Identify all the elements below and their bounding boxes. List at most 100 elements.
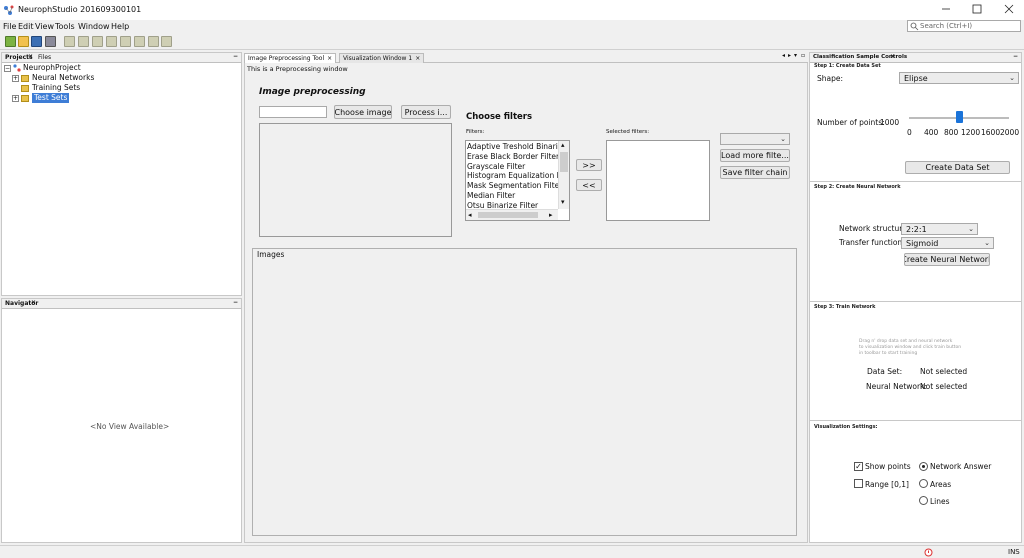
menu-help[interactable]: Help [111,22,129,31]
scroll-left-icon[interactable]: ◂ [468,211,472,219]
expand-icon[interactable]: + [12,74,19,82]
slider-thumb[interactable] [955,111,963,123]
vertical-scrollbar[interactable]: ▴ ▾ [558,141,569,209]
search-input[interactable]: Search (Ctrl+I) [920,22,972,30]
create-neural-network-button[interactable]: Create Neural Network [904,253,990,266]
minimize-panel-icon[interactable]: − [233,299,238,306]
radio-lines[interactable] [919,496,928,505]
tool-icon-8[interactable] [161,36,172,47]
close-icon[interactable]: × [28,53,33,60]
train-hint-line: in toolbar to start training [859,351,918,356]
radio-areas[interactable] [919,479,928,488]
collapse-icon[interactable]: − [4,64,11,72]
menu-edit[interactable]: Edit [18,22,34,31]
filter-list-item[interactable]: Adaptive Treshold Binarize F [466,142,558,152]
tab-scroll-left-icon[interactable]: ◂ [782,52,785,59]
filter-chain-select[interactable]: ⌄ [720,133,790,145]
menu-file[interactable]: File [3,22,16,31]
add-filter-button[interactable]: >> [576,159,602,171]
slider-tick-label: 1600 [981,128,1001,137]
images-label: Images [257,250,285,259]
filter-list-item[interactable]: Erase Black Border Filter [466,152,558,162]
network-label: Neural Network: [866,382,927,391]
horizontal-scrollbar[interactable]: ◂ ▸ [466,209,558,220]
status-bar: INS [0,545,1024,558]
scroll-up-icon[interactable]: ▴ [561,141,565,149]
create-data-set-button[interactable]: Create Data Set [905,161,1010,174]
shape-select[interactable]: Elipse ⌄ [899,72,1019,84]
selected-filters-list[interactable] [606,140,710,221]
tree-item-neural-networks[interactable]: + Neural Networks [12,73,94,83]
tool-icon-2[interactable] [78,36,89,47]
maximize-icon[interactable] [971,3,983,15]
load-more-filters-button[interactable]: Load more filte... [720,149,790,162]
filter-list-item[interactable]: Median Filter [466,191,558,201]
tool-icon-7[interactable] [148,36,159,47]
close-icon[interactable] [1003,3,1015,15]
minimize-panel-icon[interactable]: − [233,53,238,60]
choose-image-button[interactable]: Choose image [334,105,392,119]
maximize-panel-icon[interactable]: ▫ [801,52,805,59]
tool-icon-5[interactable] [120,36,131,47]
radio-network-answer-label: Network Answer [930,462,992,471]
tab-scroll-right-icon[interactable]: ▸ [788,52,791,59]
new-file-icon[interactable] [5,36,16,47]
step2-title: Step 2: Create Neural Network [814,184,901,190]
remove-filter-button[interactable]: << [576,179,602,191]
menu-bar: File Edit View Tools Window Help [0,20,1024,33]
search-box[interactable]: Search (Ctrl+I) [907,20,1021,32]
scroll-right-icon[interactable]: ▸ [549,211,553,219]
minimize-panel-icon[interactable]: − [1013,53,1018,60]
images-group: Images [252,248,797,536]
image-path-field[interactable] [259,106,327,118]
tool-icon-1[interactable] [64,36,75,47]
scroll-thumb[interactable] [560,152,568,172]
points-slider[interactable]: 0 400 800 1200 1600 2000 [907,111,1019,139]
menu-window[interactable]: Window [78,22,110,31]
scroll-thumb[interactable] [478,212,538,218]
project-icon [13,64,21,72]
process-image-button[interactable]: Process i... [401,105,451,119]
menu-view[interactable]: View [35,22,54,31]
tree-item-label: Test Sets [32,93,70,103]
tab-visualization-window[interactable]: Visualization Window 1 × [339,53,425,63]
close-icon[interactable]: × [31,299,36,306]
open-project-icon[interactable] [31,36,42,47]
tree-item-training-sets[interactable]: Training Sets [21,83,80,93]
filters-list[interactable]: Adaptive Treshold Binarize FErase Black … [465,140,570,221]
network-structure-select[interactable]: 2:2:1 ⌄ [901,223,978,235]
menu-tools[interactable]: Tools [55,22,75,31]
tab-list-icon[interactable]: ▾ [794,52,797,59]
show-points-checkbox[interactable]: ✓ [854,462,863,471]
network-value: Not selected [920,382,968,391]
filter-list-item[interactable]: Histogram Equalization Filter [466,171,558,181]
tab-image-preprocessing[interactable]: Image Preprocessing Tool × [244,53,337,63]
save-filter-chain-button[interactable]: Save filter chain [720,166,790,179]
tree-root[interactable]: − NeurophProject [4,63,81,73]
tab-files[interactable]: Files [38,54,51,61]
save-all-icon[interactable] [45,36,56,47]
minimize-icon[interactable] [940,3,952,15]
section-divider [810,420,1021,421]
dataset-value: Not selected [920,367,968,376]
folder-icon [21,74,29,82]
close-icon[interactable]: × [890,53,895,60]
notification-icon[interactable] [924,548,933,557]
close-icon[interactable]: × [415,55,420,62]
new-project-icon[interactable] [18,36,29,47]
tree-item-test-sets[interactable]: + Test Sets [12,93,70,103]
radio-network-answer[interactable] [919,462,928,471]
filter-list-item[interactable]: Mask Segmentation Filter [466,181,558,191]
transfer-function-select[interactable]: Sigmoid ⌄ [901,237,994,249]
filter-list-item[interactable]: Grayscale Filter [466,162,558,172]
tool-icon-6[interactable] [134,36,145,47]
radio-areas-label: Areas [930,480,952,489]
tool-icon-3[interactable] [92,36,103,47]
close-icon[interactable]: × [327,55,332,62]
tool-icon-4[interactable] [106,36,117,47]
slider-tick-label: 2000 [1000,128,1020,137]
scroll-down-icon[interactable]: ▾ [561,198,565,206]
range-checkbox[interactable] [854,479,863,488]
expand-icon[interactable]: + [12,94,19,102]
shape-label: Shape: [817,74,844,83]
